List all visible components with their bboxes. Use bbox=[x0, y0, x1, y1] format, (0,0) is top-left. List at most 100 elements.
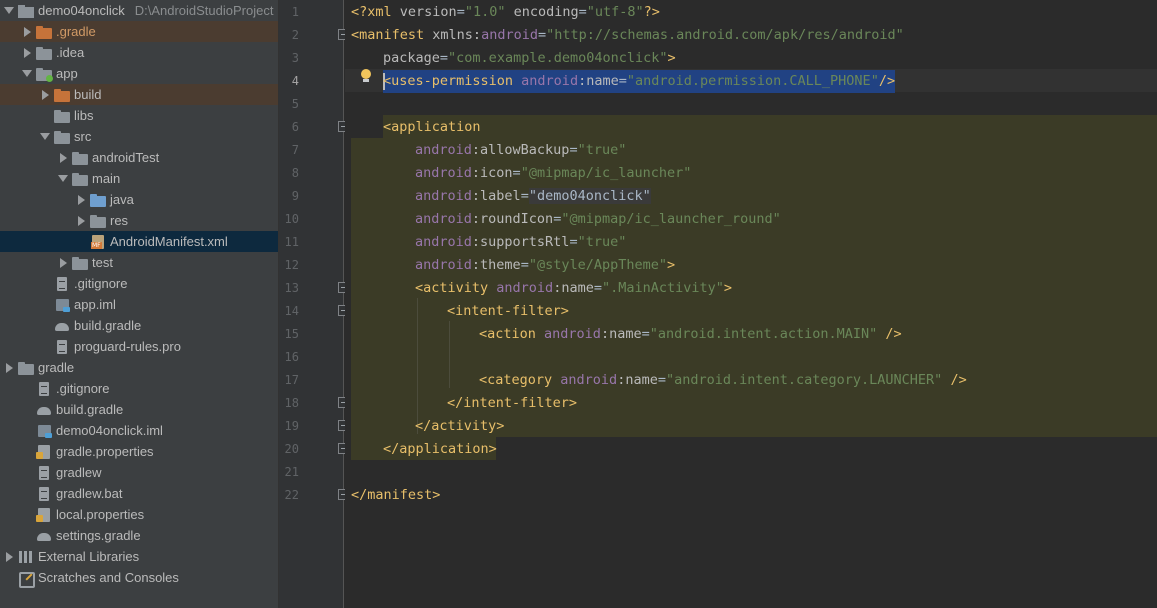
editor-gutter: 1 2 3 4 5 6 7 8 9 10 11 12 13 14 15 16 1… bbox=[279, 0, 349, 608]
tree-item-gradle-properties[interactable]: gradle.properties bbox=[0, 441, 278, 462]
tree-item-local-properties[interactable]: local.properties bbox=[0, 504, 278, 525]
text-file-icon bbox=[36, 465, 52, 480]
tree-item-label: build.gradle bbox=[74, 318, 142, 333]
chevron-right-icon[interactable] bbox=[22, 42, 32, 63]
tree-item-label: settings.gradle bbox=[56, 528, 141, 543]
line-number: 1 bbox=[291, 5, 299, 19]
tree-item-idea[interactable]: .idea bbox=[0, 42, 278, 63]
tree-item-label: res bbox=[110, 213, 129, 228]
tree-item-label: libs bbox=[74, 108, 94, 123]
code-line-19: </activity> bbox=[415, 418, 505, 434]
line-number: 8 bbox=[291, 166, 299, 180]
tree-item-label: .gradle bbox=[56, 24, 96, 39]
chevron-down-icon[interactable] bbox=[22, 63, 32, 84]
folder-icon bbox=[36, 46, 52, 60]
tree-item-label: .gitignore bbox=[74, 276, 128, 291]
tree-item-project-iml[interactable]: demo04onclick.iml bbox=[0, 420, 278, 441]
tree-item-java[interactable]: java bbox=[0, 189, 278, 210]
tree-item-scratches[interactable]: Scratches and Consoles bbox=[0, 567, 278, 588]
line-number: 9 bbox=[291, 189, 299, 203]
tree-item-gradle-dir[interactable]: .gradle bbox=[0, 21, 278, 42]
tree-item-root-gitignore[interactable]: .gitignore bbox=[0, 378, 278, 399]
code-line-4-selected: <uses-permission android:name="android.p… bbox=[383, 70, 896, 93]
tree-item-test[interactable]: test bbox=[0, 252, 278, 273]
module-file-icon bbox=[54, 298, 70, 312]
line-number: 10 bbox=[284, 212, 299, 226]
code-line-14: <intent-filter> bbox=[447, 303, 569, 319]
properties-file-icon bbox=[36, 507, 52, 522]
chevron-right-icon[interactable] bbox=[4, 357, 14, 378]
tree-item-res[interactable]: res bbox=[0, 210, 278, 231]
tree-root-label: demo04onclick bbox=[38, 3, 125, 18]
tree-item-app-iml[interactable]: app.iml bbox=[0, 294, 278, 315]
tree-root-demo04onclick[interactable]: demo04onclick D:\AndroidStudioProject bbox=[0, 0, 278, 21]
code-line-22: </manifest> bbox=[351, 487, 441, 503]
chevron-right-icon[interactable] bbox=[4, 546, 14, 567]
tree-item-label: test bbox=[92, 255, 113, 270]
tree-item-libs[interactable]: libs bbox=[0, 105, 278, 126]
tree-item-app-gitignore[interactable]: .gitignore bbox=[0, 273, 278, 294]
line-number: 3 bbox=[291, 51, 299, 65]
code-line-12: android:theme="@style/AppTheme"> bbox=[415, 257, 676, 273]
code-line-13: <activity android:name=".MainActivity"> bbox=[415, 280, 733, 296]
code-line-8: android:icon="@mipmap/ic_launcher" bbox=[415, 165, 692, 181]
project-tree-panel: demo04onclick D:\AndroidStudioProject .g… bbox=[0, 0, 279, 608]
chevron-down-icon[interactable] bbox=[4, 0, 14, 21]
code-line-1: <?xml version="1.0" encoding="utf-8"?> bbox=[351, 4, 660, 20]
scope-highlight bbox=[383, 115, 1157, 138]
tree-item-app[interactable]: app bbox=[0, 63, 278, 84]
text-file-icon bbox=[36, 486, 52, 501]
chevron-right-icon[interactable] bbox=[58, 147, 68, 168]
tree-item-root-build-gradle[interactable]: build.gradle bbox=[0, 399, 278, 420]
tree-item-label: app.iml bbox=[74, 297, 116, 312]
tree-item-app-build-gradle[interactable]: build.gradle bbox=[0, 315, 278, 336]
tree-item-external-libraries[interactable]: External Libraries bbox=[0, 546, 278, 567]
source-folder-icon bbox=[90, 193, 106, 207]
tree-item-gradle[interactable]: gradle bbox=[0, 357, 278, 378]
tree-item-main[interactable]: main bbox=[0, 168, 278, 189]
line-number: 18 bbox=[284, 396, 299, 410]
tree-item-label: src bbox=[74, 129, 92, 144]
tree-item-gradlew[interactable]: gradlew bbox=[0, 462, 278, 483]
chevron-down-icon[interactable] bbox=[40, 126, 50, 147]
chevron-right-icon[interactable] bbox=[40, 84, 50, 105]
code-line-15: <action android:name="android.intent.act… bbox=[479, 326, 902, 342]
line-number: 20 bbox=[284, 442, 299, 456]
tree-item-proguard[interactable]: proguard-rules.pro bbox=[0, 336, 278, 357]
code-line-11: android:supportsRtl="true" bbox=[415, 234, 627, 250]
code-line-17: <category android:name="android.intent.c… bbox=[479, 372, 967, 388]
indent-guide bbox=[449, 321, 450, 388]
resource-folder-icon bbox=[90, 214, 106, 228]
chevron-right-icon[interactable] bbox=[22, 21, 32, 42]
tree-item-gradlew-bat[interactable]: gradlew.bat bbox=[0, 483, 278, 504]
chevron-right-icon[interactable] bbox=[76, 210, 86, 231]
indent-guide bbox=[417, 298, 418, 434]
module-folder-icon bbox=[36, 67, 53, 82]
chevron-right-icon[interactable] bbox=[58, 252, 68, 273]
tree-item-label: gradlew bbox=[56, 465, 102, 480]
lightbulb-icon[interactable] bbox=[360, 69, 372, 83]
code-line-18: </intent-filter> bbox=[447, 395, 578, 411]
tree-item-label: proguard-rules.pro bbox=[74, 339, 181, 354]
line-number: 17 bbox=[284, 373, 299, 387]
chevron-right-icon[interactable] bbox=[76, 189, 86, 210]
project-path: D:\AndroidStudioProject bbox=[134, 3, 274, 18]
gradle-icon bbox=[36, 529, 52, 543]
tree-item-androidmanifest[interactable]: AndroidManifest.xml bbox=[0, 231, 278, 252]
tree-item-label: build.gradle bbox=[56, 402, 124, 417]
tree-item-settings-gradle[interactable]: settings.gradle bbox=[0, 525, 278, 546]
tree-item-build[interactable]: build bbox=[0, 84, 278, 105]
module-folder-icon bbox=[18, 4, 34, 18]
code-editor[interactable]: <?xml version="1.0" encoding="utf-8"?> <… bbox=[345, 0, 1157, 608]
properties-file-icon bbox=[36, 444, 52, 459]
tree-item-src[interactable]: src bbox=[0, 126, 278, 147]
line-number: 11 bbox=[284, 235, 299, 249]
tree-item-label: androidTest bbox=[92, 150, 160, 165]
folder-icon bbox=[72, 151, 88, 165]
tree-item-androidtest[interactable]: androidTest bbox=[0, 147, 278, 168]
tree-item-label: main bbox=[92, 171, 121, 186]
gradle-icon bbox=[36, 403, 52, 417]
module-file-icon bbox=[36, 424, 52, 438]
chevron-down-icon[interactable] bbox=[58, 168, 68, 189]
line-number: 15 bbox=[284, 327, 299, 341]
